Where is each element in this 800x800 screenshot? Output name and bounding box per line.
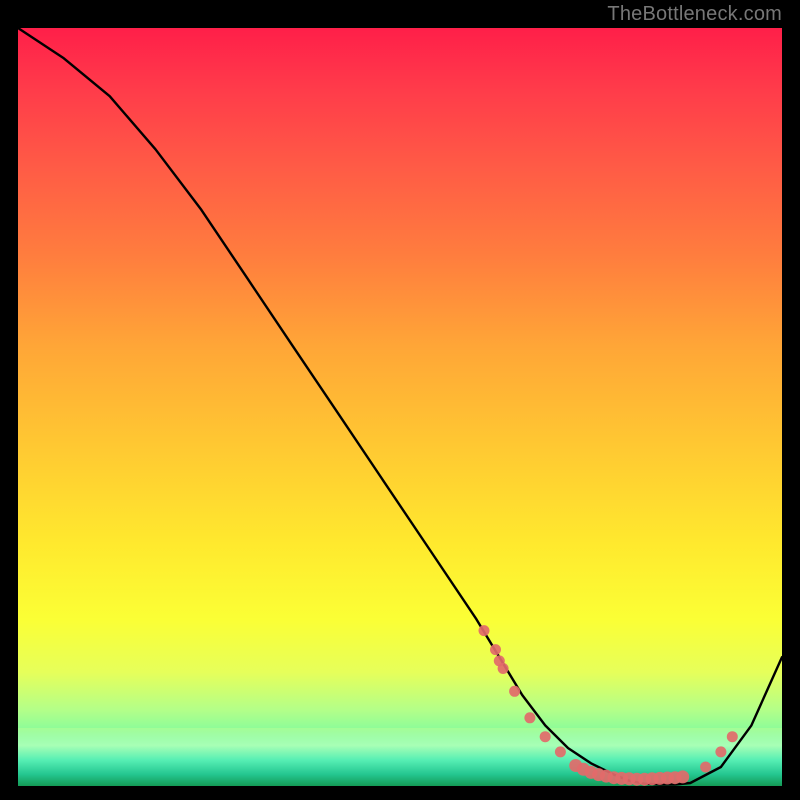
marker-dot — [555, 746, 566, 757]
marker-dot — [700, 762, 711, 773]
optimal-range-markers — [479, 625, 738, 786]
bottleneck-curve — [18, 28, 782, 785]
marker-dot — [524, 712, 535, 723]
plot-area — [18, 28, 782, 786]
marker-dot — [498, 663, 509, 674]
chart-frame: TheBottleneck.com — [0, 0, 800, 800]
marker-dot — [676, 770, 689, 783]
marker-dot — [479, 625, 490, 636]
marker-dot — [727, 731, 738, 742]
marker-dot — [540, 731, 551, 742]
marker-dot — [509, 686, 520, 697]
watermark-text: TheBottleneck.com — [607, 3, 782, 26]
chart-svg — [18, 28, 782, 786]
marker-dot — [715, 746, 726, 757]
marker-dot — [490, 644, 501, 655]
